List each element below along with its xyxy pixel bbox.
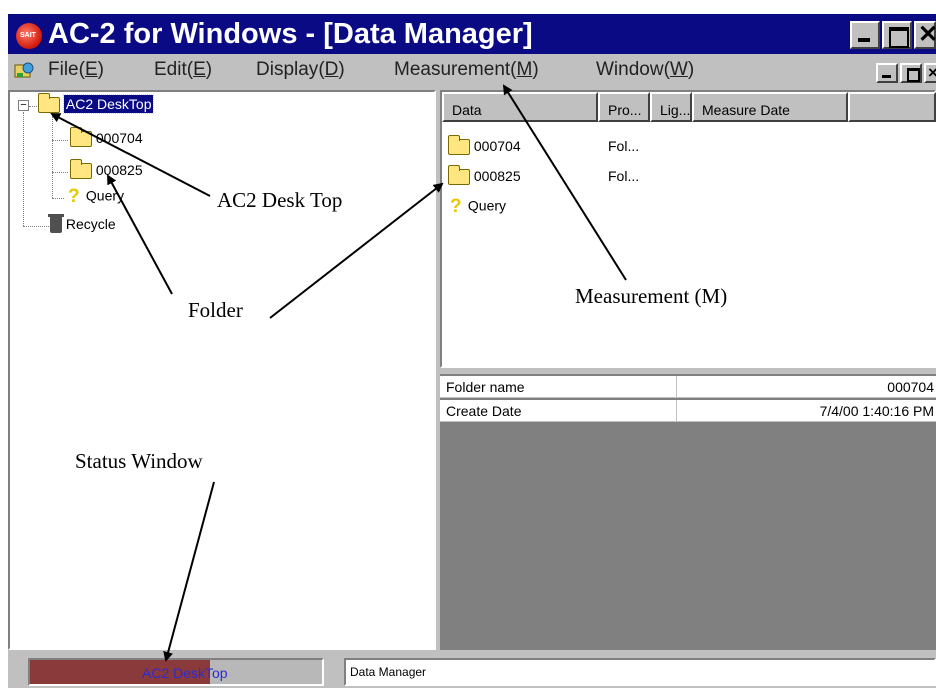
- tree-connector: [52, 116, 53, 198]
- child-restore-button[interactable]: [900, 63, 922, 83]
- folder-icon: [448, 135, 470, 156]
- child-close-button[interactable]: ×: [924, 63, 936, 83]
- menu-display-label: Display: [256, 59, 319, 80]
- folder-tree[interactable]: − AC2 DeskTop 000704 000825 ? Query Recy…: [8, 90, 436, 650]
- menu-window-key: W: [669, 59, 688, 80]
- tree-connector: [23, 226, 49, 227]
- callout-status-window: Status Window: [75, 449, 203, 473]
- property-divider: [676, 400, 677, 422]
- app-icon-text: SAIT: [20, 32, 36, 39]
- list-row[interactable]: 000704: [448, 135, 521, 156]
- data-manager-icon[interactable]: [14, 60, 36, 80]
- list-cell-name: 000825: [473, 168, 521, 184]
- menu-measurement-label: Measurement: [394, 59, 511, 80]
- list-cell-pro: Fol...: [608, 138, 640, 154]
- column-header-pro[interactable]: Pro...: [598, 92, 650, 122]
- tree-item-label: Query: [85, 187, 125, 204]
- list-cell-name: Query: [467, 197, 507, 214]
- status-bar: AC2 DeskTop Data Manager: [8, 652, 936, 688]
- column-header-data[interactable]: Data: [442, 92, 598, 122]
- collapse-icon: −: [20, 99, 27, 111]
- menu-edit-key: E: [193, 59, 206, 80]
- column-header-measure-date[interactable]: Measure Date: [692, 92, 848, 122]
- tree-item-root[interactable]: AC2 DeskTop: [38, 93, 155, 114]
- properties-panel: Folder name 000704 Create Date 7/4/00 1:…: [440, 374, 936, 650]
- trash-can-icon: [48, 214, 64, 234]
- folder-icon: [38, 93, 60, 114]
- close-icon: ✕: [918, 21, 936, 48]
- property-divider: [676, 376, 677, 398]
- property-key: Create Date: [446, 403, 522, 419]
- menu-measurement[interactable]: Measurement(M): [394, 59, 539, 81]
- callout-desk-top: AC2 Desk Top: [217, 188, 343, 212]
- child-close-icon: ×: [928, 63, 936, 82]
- list-row[interactable]: 000825: [448, 165, 521, 186]
- tree-connector: [29, 106, 37, 107]
- tree-item-recycle[interactable]: Recycle: [48, 214, 116, 234]
- maximize-button[interactable]: [882, 21, 912, 49]
- tree-connector: [23, 112, 24, 226]
- column-header-lig[interactable]: Lig...: [650, 92, 692, 122]
- tree-item-000704[interactable]: 000704: [70, 127, 143, 148]
- folder-icon: [70, 127, 92, 148]
- list-cell-pro: Fol...: [608, 168, 640, 184]
- app-window: SAIT AC-2 for Windows - [Data Manager] ✕…: [8, 14, 936, 688]
- tree-item-label: Recycle: [65, 216, 116, 232]
- window-title: AC-2 for Windows - [Data Manager]: [48, 18, 533, 50]
- callout-folder: Folder: [188, 298, 243, 322]
- property-key: Folder name: [446, 379, 525, 395]
- folder-icon: [70, 159, 92, 180]
- tree-item-query[interactable]: ? Query: [68, 186, 124, 208]
- property-row: Folder name 000704: [440, 376, 936, 398]
- title-bar[interactable]: SAIT AC-2 for Windows - [Data Manager] ✕: [8, 14, 936, 54]
- tree-connector: [52, 140, 68, 141]
- property-row: Create Date 7/4/00 1:40:16 PM: [440, 400, 936, 422]
- menu-display[interactable]: Display(D): [256, 59, 345, 81]
- property-value: 7/4/00 1:40:16 PM: [819, 403, 934, 419]
- property-value: 000704: [887, 379, 934, 395]
- question-mark-icon: ?: [450, 196, 462, 217]
- tree-connector: [52, 198, 64, 199]
- child-minimize-button[interactable]: [876, 63, 898, 83]
- status-window: AC2 DeskTop: [28, 658, 324, 686]
- column-header-filler: [848, 92, 936, 122]
- menu-measurement-key: M: [516, 59, 533, 80]
- menu-file-label: File: [48, 59, 79, 80]
- tree-item-root-label: AC2 DeskTop: [62, 94, 155, 114]
- callout-measurement: Measurement (M): [575, 284, 728, 308]
- list-row[interactable]: ? Query: [450, 196, 506, 218]
- app-logo-icon[interactable]: SAIT: [16, 23, 42, 49]
- tree-item-label: 000704: [95, 130, 143, 146]
- menu-file[interactable]: File(E): [48, 59, 104, 81]
- status-message: Data Manager: [344, 658, 936, 686]
- menu-file-key: E: [84, 59, 98, 80]
- tree-item-label: 000825: [95, 162, 143, 178]
- question-mark-icon: ?: [68, 186, 80, 207]
- close-button[interactable]: ✕: [914, 21, 936, 49]
- menu-window-label: Window: [596, 59, 664, 80]
- list-cell-name: 000704: [473, 138, 521, 154]
- menu-bar: File(E) Edit(E) Display(D) Measurement(M…: [8, 54, 936, 88]
- menu-display-key: D: [324, 59, 339, 80]
- tree-item-000825[interactable]: 000825: [70, 159, 143, 180]
- folder-icon: [448, 165, 470, 186]
- menu-edit-label: Edit: [154, 59, 187, 80]
- menu-window[interactable]: Window(W): [596, 59, 694, 81]
- minimize-button[interactable]: [850, 21, 880, 49]
- status-window-text: AC2 DeskTop: [142, 665, 228, 681]
- menu-edit[interactable]: Edit(E): [154, 59, 212, 81]
- tree-connector: [52, 172, 68, 173]
- data-list[interactable]: Data Pro... Lig... Measure Date 000704 F…: [440, 90, 936, 368]
- tree-expander[interactable]: −: [18, 100, 29, 111]
